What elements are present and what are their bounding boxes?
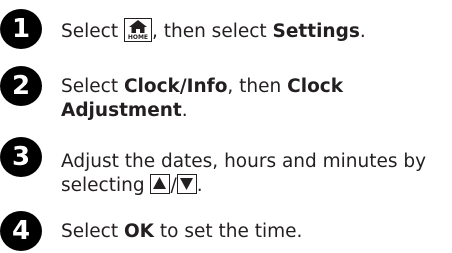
step-2-middle: , then [227,76,288,97]
step-4-prefix: Select [61,221,124,242]
step-2-prefix: Select [61,76,124,97]
home-icon-label: HOME [127,34,149,41]
up-arrow-icon [150,174,171,194]
step-1-text: Select HOME, then select Settings. [61,18,366,44]
step-3-suffix: . [196,175,203,196]
step-1-settings: Settings [272,21,360,42]
step-3-prefix: selecting [61,175,151,196]
step-1-suffix: . [359,21,366,42]
step-number-4: 4 [0,211,42,251]
step-4-text: Select OK to set the time. [61,220,302,244]
step-1-prefix: Select [61,21,124,42]
step-2-clock: Clock [287,76,344,97]
step-2-line-2: Adjustment. [61,99,343,123]
step-3-text: Adjust the dates, hours and minutes by s… [61,150,426,198]
step-3-line-1: Adjust the dates, hours and minutes by [61,151,427,172]
step-4-ok: OK [123,221,155,242]
step-4-suffix: to set the time. [154,221,303,242]
step-2-line-1: Select Clock/Info, then Clock [61,75,343,99]
step-number-1: 1 [0,9,42,49]
step-number-2: 2 [0,66,42,106]
step-2-suffix: . [181,100,188,121]
home-icon: HOME [123,18,152,42]
step-1-middle: , then select [151,21,273,42]
step-2-adjustment: Adjustment [61,100,182,121]
step-3-line-2: selecting /. [61,174,426,198]
step-2-text: Select Clock/Info, then Clock Adjustment… [61,75,343,123]
step-number-3: 3 [0,137,42,177]
down-arrow-icon [176,174,197,194]
step-2-clock-info: Clock/Info [123,76,228,97]
